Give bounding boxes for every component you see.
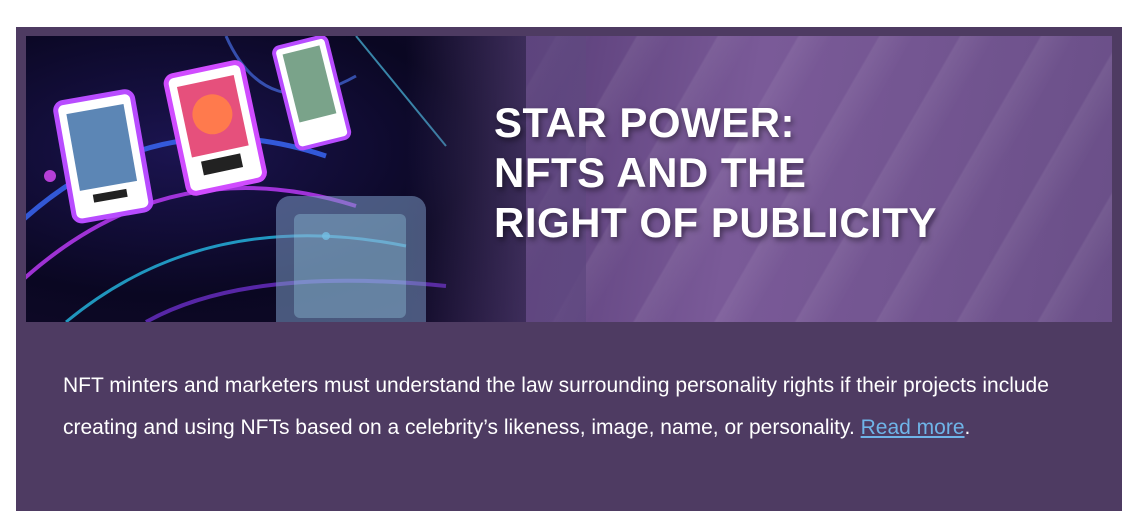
- banner-title-line-3: RIGHT OF PUBLICITY: [494, 199, 937, 246]
- description-trailing-punctuation: .: [964, 416, 971, 439]
- banner-title-line-2: NFTS AND THE: [494, 149, 807, 196]
- article-description: NFT minters and marketers must understan…: [63, 365, 1103, 449]
- newsletter-card: STAR POWER: NFTS AND THE RIGHT OF PUBLIC…: [16, 27, 1122, 511]
- read-more-link[interactable]: Read more: [861, 416, 965, 439]
- banner-title-line-1: STAR POWER:: [494, 99, 796, 146]
- banner-title: STAR POWER: NFTS AND THE RIGHT OF PUBLIC…: [494, 98, 937, 248]
- article-banner: STAR POWER: NFTS AND THE RIGHT OF PUBLIC…: [26, 36, 1112, 322]
